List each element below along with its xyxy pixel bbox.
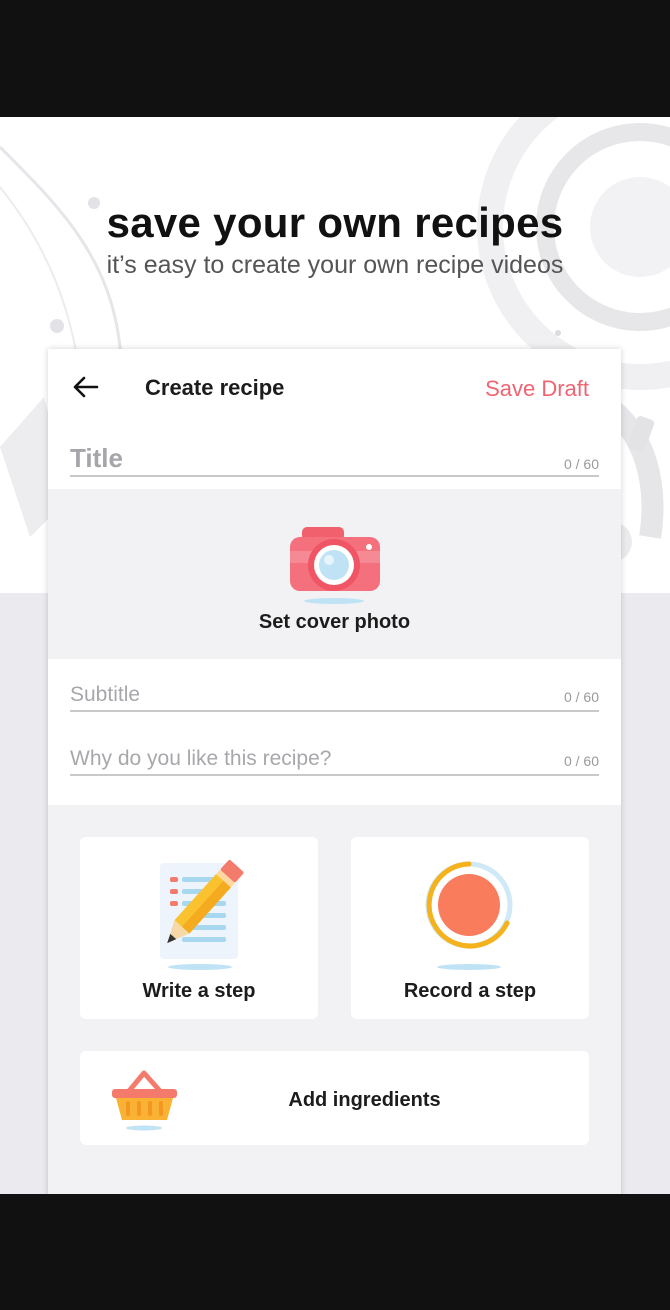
why-like-input[interactable] bbox=[70, 743, 530, 774]
record-step-button[interactable]: Record a step bbox=[351, 837, 589, 1019]
why-like-field: 0 / 60 bbox=[70, 743, 599, 776]
step-actions-area: Write a step Record a step Add ingredien… bbox=[48, 805, 621, 1194]
subtitle-field: 0 / 60 bbox=[70, 679, 599, 712]
set-cover-photo-button[interactable]: Set cover photo bbox=[48, 489, 621, 659]
back-button[interactable] bbox=[70, 371, 102, 403]
arrow-left-icon bbox=[73, 376, 99, 398]
record-step-label: Record a step bbox=[403, 980, 537, 1002]
save-draft-button[interactable]: Save Draft bbox=[485, 376, 589, 402]
write-step-label: Write a step bbox=[142, 980, 256, 1002]
pencil-note-icon bbox=[160, 860, 244, 970]
create-recipe-card: Create recipe Save Draft 0 / 60 Set cove… bbox=[48, 349, 621, 1194]
title-field: 0 / 60 bbox=[70, 441, 599, 477]
headline: save your own recipes bbox=[106, 199, 564, 246]
title-input[interactable] bbox=[70, 441, 530, 475]
set-cover-photo-label: Set cover photo bbox=[258, 611, 411, 633]
subtitle-input[interactable] bbox=[70, 679, 530, 710]
camera-icon bbox=[290, 527, 380, 604]
add-ingredients-button[interactable]: Add ingredients bbox=[80, 1051, 589, 1145]
title-char-counter: 0 / 60 bbox=[563, 456, 599, 472]
page-title: Create recipe bbox=[145, 375, 285, 400]
app-screen: save your own recipes it’s easy to creat… bbox=[0, 117, 670, 1194]
record-icon bbox=[425, 861, 513, 970]
subheadline: it’s easy to create your own recipe vide… bbox=[106, 251, 564, 279]
app-bar: Create recipe Save Draft bbox=[48, 349, 621, 429]
write-step-button[interactable]: Write a step bbox=[80, 837, 318, 1019]
subtitle-char-counter: 0 / 60 bbox=[563, 689, 599, 705]
add-ingredients-label: Add ingredients bbox=[288, 1089, 441, 1111]
why-like-char-counter: 0 / 60 bbox=[563, 753, 599, 769]
